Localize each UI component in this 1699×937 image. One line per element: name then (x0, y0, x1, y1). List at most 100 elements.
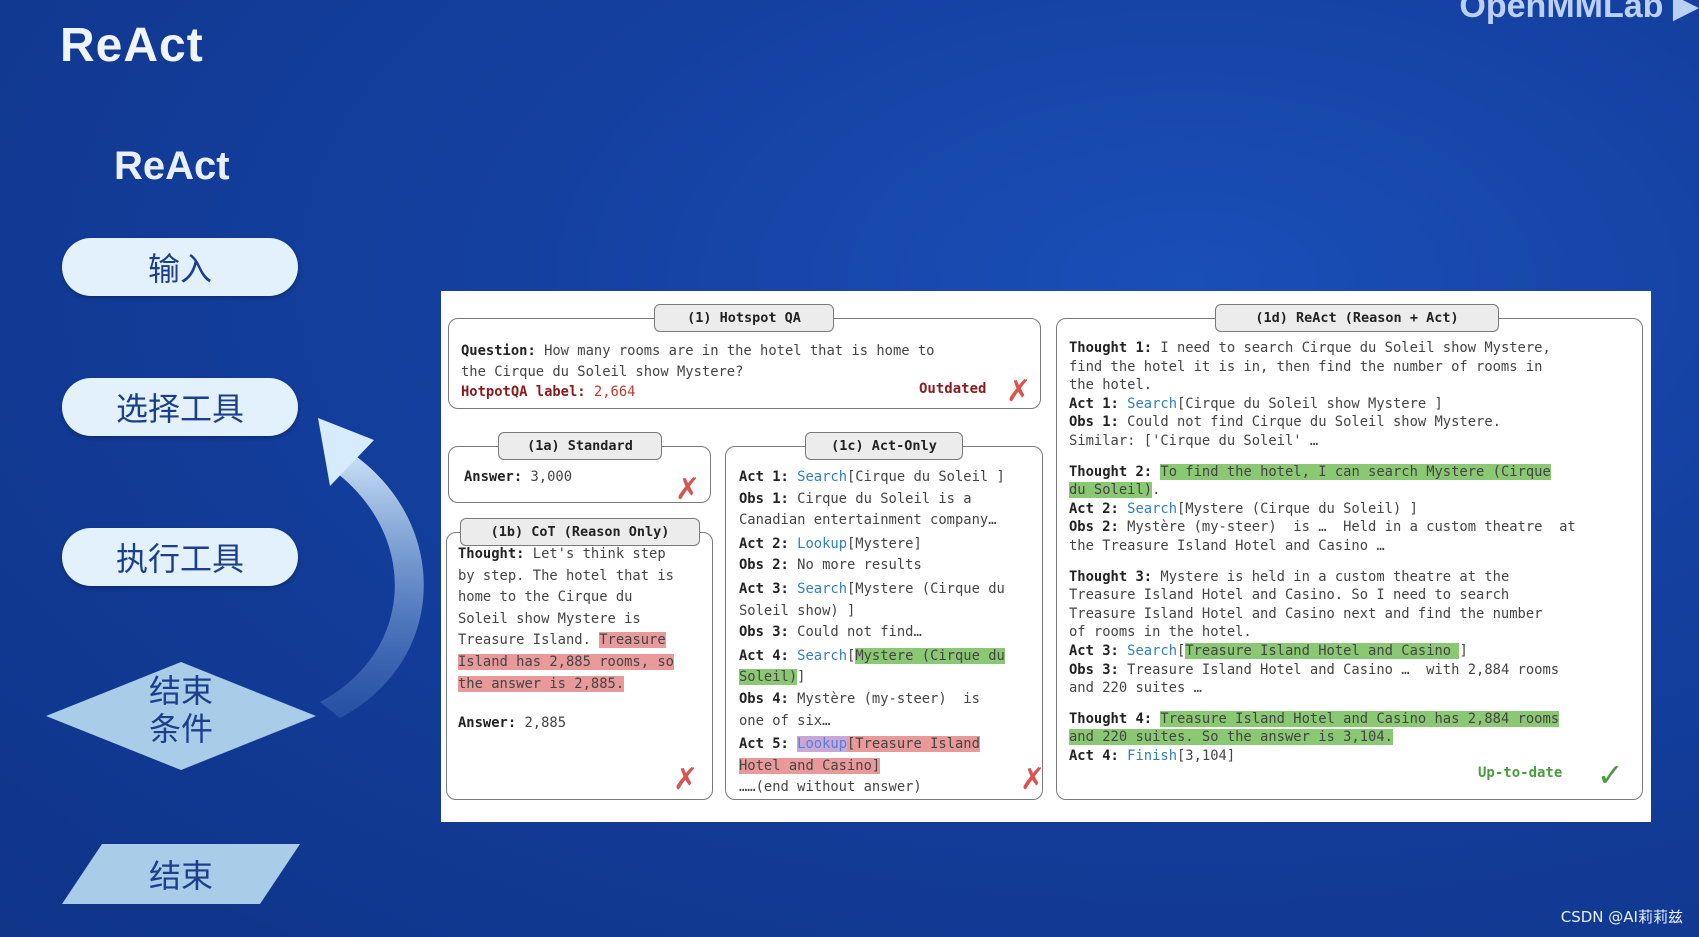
obs2-label: Obs 2: (739, 557, 789, 574)
end-condition-line1: 结束 (148, 672, 213, 710)
react-act3-tool: Search (1127, 642, 1177, 659)
thought1-label: Thought 1: (1069, 340, 1153, 356)
cot-thought-4: Soleil show Mystere is (458, 610, 641, 627)
standard-answer-value: 3,000 (522, 469, 572, 485)
loop-arrow-icon (318, 418, 424, 718)
act4-tool: Search (797, 647, 847, 664)
thought2-label: Thought 2: (1069, 463, 1153, 480)
react-act2-label: Act 2: (1069, 500, 1119, 517)
flow-end: 结束 (62, 844, 300, 904)
check-icon: ✓ (1597, 756, 1624, 794)
cot-thought-5a: Treasure Island. (458, 632, 600, 649)
thought2-b: du Soleil) (1069, 482, 1153, 499)
obs4-label: Obs 4: (739, 690, 789, 707)
thought3-b: Treasure Island Hotel and Casino. So I n… (1069, 587, 1510, 604)
cot-answer-value: 2,885 (516, 715, 566, 732)
question-text-1: How many rooms are in the hotel that is … (535, 343, 935, 359)
obs3-label: Obs 3: (739, 624, 789, 641)
flow-input: 输入 (62, 238, 298, 296)
act-only-end: ……(end without answer) (739, 779, 922, 796)
react-obs3-a: Treasure Island Hotel and Casino … with … (1118, 661, 1560, 678)
hotpotqa-label-key: HotpotQA label: (461, 384, 586, 401)
react-act1-label: Act 1: (1069, 395, 1119, 412)
react-act1-arg: [Cirque du Soleil show Mystere ] (1177, 395, 1443, 412)
thought3-d: of rooms in the hotel. (1069, 624, 1252, 641)
thought1-a: I need to search Cirque du Soleil show M… (1152, 340, 1551, 356)
thought1-c: the hotel. (1069, 377, 1153, 394)
react-obs3-b: and 220 suites … (1069, 680, 1202, 697)
act5-label: Act 5: (739, 736, 789, 753)
obs3-text: Could not find… (788, 624, 922, 641)
react-act3-arg: Treasure Island Hotel and Casino (1185, 642, 1460, 659)
react-act4-label: Act 4: (1069, 747, 1119, 764)
act4-arg-b: Soleil) (739, 669, 798, 686)
cot-thought-2: by step. The hotel that is (458, 567, 674, 584)
page-title: ReAct (60, 19, 204, 72)
act1-tool: Search (797, 469, 847, 485)
cross-icon: ✗ (675, 472, 701, 507)
end-condition-line2: 条件 (148, 710, 213, 748)
cot-thought-label: Thought: (458, 546, 525, 562)
tab-cot: (1b) CoT (Reason Only) (460, 518, 700, 546)
cot-thought-6: Island has 2,885 rooms, so (458, 653, 674, 670)
cross-icon: ✗ (673, 762, 699, 797)
react-obs2-label: Obs 2: (1069, 519, 1119, 536)
react-act3-label: Act 3: (1069, 642, 1119, 659)
act1-label: Act 1: (739, 469, 789, 485)
act3-arg-b: Soleil show) ] (739, 602, 856, 619)
obs4-text-a: Mystère (my-steer) is (788, 690, 980, 707)
act3-tool: Search (797, 580, 847, 597)
act5-tool: Lookup (797, 736, 847, 753)
status-up-to-date: Up-to-date (1478, 765, 1563, 781)
react-obs1-b: Similar: ['Cirque du Soleil' … (1069, 432, 1319, 449)
react-obs2-b: the Treasure Island Hotel and Casino … (1069, 537, 1385, 554)
react-act1-tool: Search (1127, 395, 1177, 412)
obs1-text-b: Canadian entertainment company… (739, 512, 997, 529)
cot-thought-3: home to the Cirque du (458, 589, 633, 606)
flow-end-label: 结束 (148, 857, 213, 895)
flow-run-tool: 执行工具 (62, 528, 298, 586)
act4-arg-a: Mystere (Cirque du (855, 647, 1005, 664)
act3-arg-a: [Mystere (Cirque du (847, 580, 1005, 597)
hotpotqa-label-value: 2,664 (585, 384, 636, 401)
react-act2-tool: Search (1127, 500, 1177, 517)
panel-cot: Thought: Let's think step by step. The h… (446, 532, 713, 800)
tab-react: (1d) ReAct (Reason + Act) (1215, 304, 1499, 332)
cross-icon: ✗ (1020, 762, 1046, 797)
tab-standard: (1a) Standard (498, 432, 662, 460)
act5-arg-a: [Treasure Island (847, 736, 980, 753)
brand-logo: OpenMMLab ▶ (1459, 0, 1699, 25)
flow-select-tool: 选择工具 (62, 378, 298, 436)
obs1-text-a: Cirque du Soleil is a (788, 490, 972, 507)
thought2-a: To find the hotel, I can search Mystere … (1160, 463, 1551, 480)
cot-thought-5b: Treasure (599, 632, 666, 649)
react-act4-tool: Finish (1127, 747, 1177, 764)
thought4-b: and 220 suites. So the answer is 3,104. (1069, 729, 1393, 746)
thought3-c: Treasure Island Hotel and Casino next an… (1069, 605, 1543, 622)
question-text-2: the Cirque du Soleil show Mystere? (461, 363, 744, 380)
act5-arg-b: Hotel and Casino] (739, 757, 881, 774)
question-label: Question: (461, 343, 536, 359)
act3-label: Act 3: (739, 580, 789, 597)
watermark: CSDN @AI莉莉兹 (1560, 908, 1683, 926)
react-obs2-a: Mystère (my-steer) is … Held in a custom… (1118, 519, 1576, 536)
act2-tool: Lookup (797, 535, 847, 552)
obs4-text-b: one of six… (739, 712, 831, 729)
act1-arg: [Cirque du Soleil ] (847, 469, 1005, 485)
thought1-b: find the hotel it is in, then find the n… (1069, 358, 1543, 375)
cot-answer-label: Answer: (458, 715, 517, 732)
react-obs1-a: Could not find Cirque du Soleil show Mys… (1118, 414, 1501, 431)
cot-thought-1: Let's think step (524, 546, 666, 562)
react-figure: Question: How many rooms are in the hote… (441, 291, 1651, 822)
obs1-label: Obs 1: (739, 490, 789, 507)
tab-hotspot-qa: (1) Hotspot QA (654, 304, 834, 332)
subtitle: ReAct (114, 144, 230, 188)
tab-act-only: (1c) Act-Only (805, 432, 963, 460)
react-act2-arg: [Mystere (Cirque du Soleil) ] (1177, 500, 1418, 517)
thought3-label: Thought 3: (1069, 568, 1153, 585)
act2-arg: [Mystere] (847, 535, 922, 552)
flow-end-condition: 结束 条件 (46, 662, 316, 770)
obs2-text: No more results (788, 557, 922, 574)
react-act4-arg: [3,104] (1177, 747, 1236, 764)
panel-act-only: Act 1: Search[Cirque du Soleil ] Obs 1: … (725, 446, 1046, 800)
